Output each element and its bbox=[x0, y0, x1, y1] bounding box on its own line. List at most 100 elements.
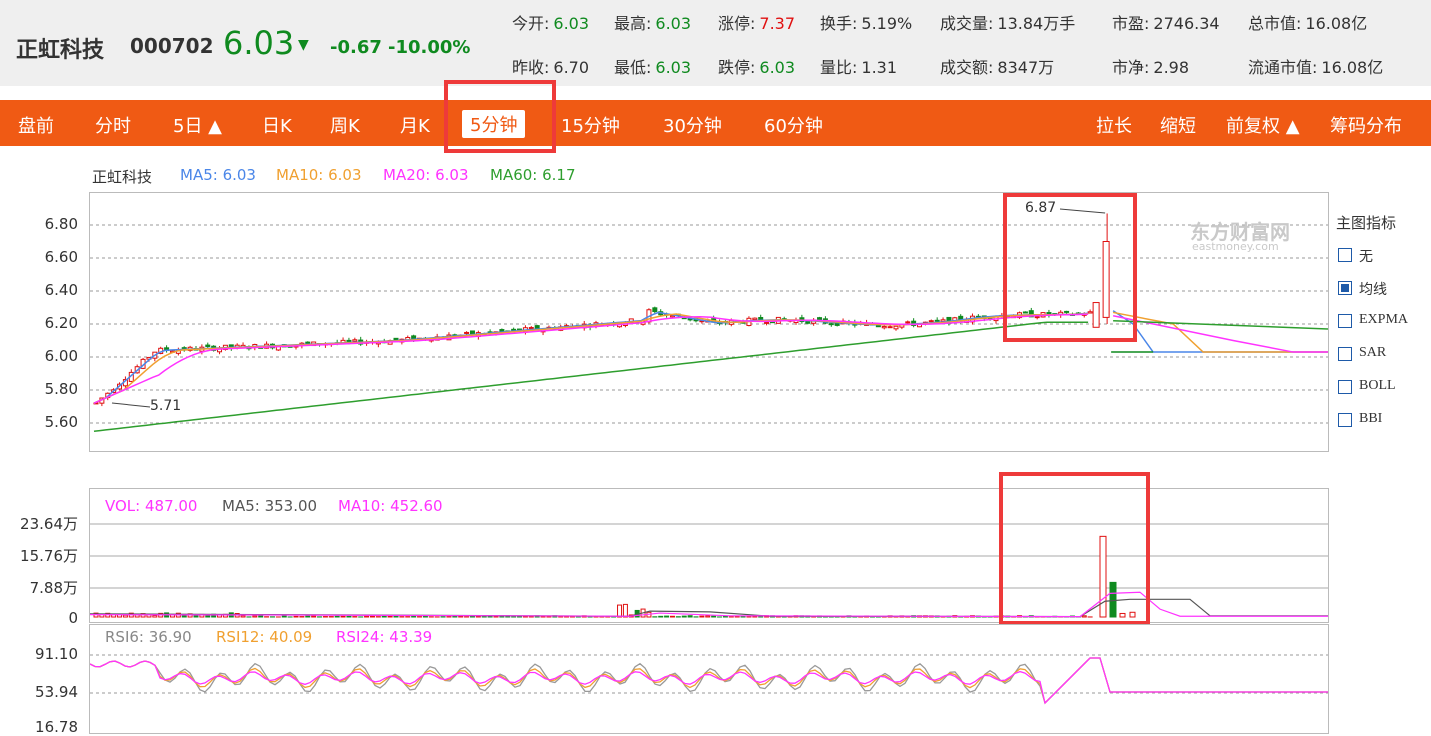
indicator-option-label[interactable]: BOLL bbox=[1359, 378, 1396, 394]
price-change: -0.67 bbox=[330, 37, 382, 58]
volume-bar bbox=[706, 616, 710, 617]
candle-body bbox=[512, 329, 516, 330]
indicator-checkbox[interactable] bbox=[1338, 314, 1352, 328]
candle-body bbox=[765, 322, 769, 323]
volume-bar bbox=[382, 616, 386, 617]
quote-field: 最低:6.03 bbox=[614, 54, 691, 78]
kline-chart[interactable] bbox=[90, 193, 1328, 451]
tab-5[interactable]: 月K bbox=[400, 112, 430, 138]
indicator-checkbox[interactable] bbox=[1338, 248, 1352, 262]
candle-body bbox=[653, 308, 657, 312]
right-tab-2[interactable]: 前复权 ▲ bbox=[1226, 112, 1300, 138]
period-tab-bar: 盘前分时5日 ▲日K周K月K5分钟15分钟30分钟60分钟拉长缩短前复权 ▲筹码… bbox=[0, 100, 1431, 146]
main-legend-ma10: MA10: 6.03 bbox=[276, 166, 362, 184]
candle-body bbox=[529, 328, 533, 329]
y-tick-label: 15.76万 bbox=[8, 545, 78, 566]
indicator-option-label[interactable]: BBI bbox=[1359, 411, 1382, 427]
volume-bar bbox=[206, 615, 210, 617]
ma5-tail bbox=[1113, 311, 1328, 352]
volume-bar bbox=[347, 616, 351, 617]
indicator-checkbox[interactable] bbox=[1338, 347, 1352, 361]
tab-1[interactable]: 分时 bbox=[95, 112, 131, 138]
quote-label: 最低: bbox=[614, 58, 651, 77]
candle-body bbox=[753, 318, 757, 319]
indicator-checkbox[interactable] bbox=[1338, 380, 1352, 394]
quote-field: 量比:1.31 bbox=[820, 54, 897, 78]
candle-body bbox=[306, 342, 310, 343]
quote-value: 6.70 bbox=[553, 58, 589, 77]
volume-bar bbox=[153, 616, 157, 617]
y-tick-label: 0 bbox=[8, 609, 78, 627]
right-tab-0[interactable]: 拉长 bbox=[1096, 112, 1132, 138]
indicator-option-label[interactable]: 均线 bbox=[1359, 279, 1387, 299]
quote-label: 涨停: bbox=[718, 14, 755, 33]
quote-value: 6.03 bbox=[553, 14, 589, 33]
quote-value: 1.31 bbox=[861, 58, 897, 77]
main-legend-ma60: MA60: 6.17 bbox=[490, 166, 576, 184]
y-tick-label: 5.60 bbox=[8, 413, 78, 431]
indicator-checkbox[interactable] bbox=[1338, 281, 1352, 295]
stock-name: 正虹科技 bbox=[16, 32, 104, 64]
volume-bar bbox=[423, 616, 427, 617]
indicator-option-label[interactable]: SAR bbox=[1359, 345, 1386, 361]
rsi12-line bbox=[90, 658, 1328, 703]
y-tick-label: 6.40 bbox=[8, 281, 78, 299]
volume-bar bbox=[688, 616, 692, 617]
quote-field: 市盈:2746.34 bbox=[1112, 10, 1220, 34]
rsi-chart[interactable] bbox=[90, 650, 1328, 727]
quote-value: 6.03 bbox=[655, 14, 691, 33]
candle-body bbox=[894, 326, 898, 329]
indicator-checkbox[interactable] bbox=[1338, 413, 1352, 427]
tab-8[interactable]: 30分钟 bbox=[663, 112, 722, 138]
volume-bar bbox=[412, 616, 416, 617]
price-change-pct: -10.00% bbox=[388, 37, 470, 58]
quote-field: 涨停:7.37 bbox=[718, 10, 795, 34]
volume-bar bbox=[712, 616, 716, 617]
quote-field: 最高:6.03 bbox=[614, 10, 691, 34]
y-tick-label: 5.80 bbox=[8, 380, 78, 398]
volume-bar bbox=[253, 616, 257, 617]
ma60-tail bbox=[1113, 321, 1328, 329]
quote-label: 昨收: bbox=[512, 58, 549, 77]
volume-bar bbox=[682, 616, 686, 617]
quote-field: 换手:5.19% bbox=[820, 10, 912, 34]
candle-body bbox=[500, 330, 504, 332]
volume-bar bbox=[335, 616, 339, 617]
y-tick-label: 6.80 bbox=[8, 215, 78, 233]
quote-label: 换手: bbox=[820, 14, 857, 33]
indicator-option-label[interactable]: 无 bbox=[1359, 246, 1373, 266]
right-tab-3[interactable]: 筹码分布 bbox=[1330, 112, 1402, 138]
tab-9[interactable]: 60分钟 bbox=[764, 112, 823, 138]
quote-field: 市净:2.98 bbox=[1112, 54, 1189, 78]
quote-label: 市净: bbox=[1112, 58, 1149, 77]
candle-body bbox=[929, 321, 933, 322]
right-tab-1[interactable]: 缩短 bbox=[1160, 112, 1196, 138]
tab-0[interactable]: 盘前 bbox=[18, 112, 54, 138]
quote-value: 16.08亿 bbox=[1305, 14, 1367, 33]
quote-label: 最高: bbox=[614, 14, 651, 33]
volume-bar bbox=[388, 616, 392, 617]
volume-bar bbox=[306, 616, 310, 617]
quote-field: 昨收:6.70 bbox=[512, 54, 589, 78]
candle-body bbox=[347, 340, 351, 341]
quote-label: 成交量: bbox=[940, 14, 993, 33]
quote-value: 13.84万手 bbox=[997, 14, 1075, 33]
quote-label: 今开: bbox=[512, 14, 549, 33]
quote-value: 8347万 bbox=[997, 58, 1054, 77]
y-tick-label: 91.10 bbox=[8, 645, 78, 663]
tab-3[interactable]: 日K bbox=[262, 112, 292, 138]
volume-bar bbox=[282, 616, 286, 617]
tab-7[interactable]: 15分钟 bbox=[561, 112, 620, 138]
tab-2[interactable]: 5日 ▲ bbox=[173, 112, 222, 138]
volume-bar bbox=[618, 605, 622, 617]
quote-value: 2.98 bbox=[1153, 58, 1189, 77]
main-legend-name: 正虹科技 bbox=[92, 166, 152, 187]
indicator-option-label[interactable]: EXPMA bbox=[1359, 312, 1408, 328]
ma60-line bbox=[94, 322, 1088, 431]
volume-bar bbox=[294, 616, 298, 617]
candle-body bbox=[888, 327, 892, 328]
tab-4[interactable]: 周K bbox=[330, 112, 360, 138]
y-tick-label: 7.88万 bbox=[8, 577, 78, 598]
ma10-tail bbox=[1113, 312, 1328, 352]
low-pointer bbox=[112, 403, 150, 407]
